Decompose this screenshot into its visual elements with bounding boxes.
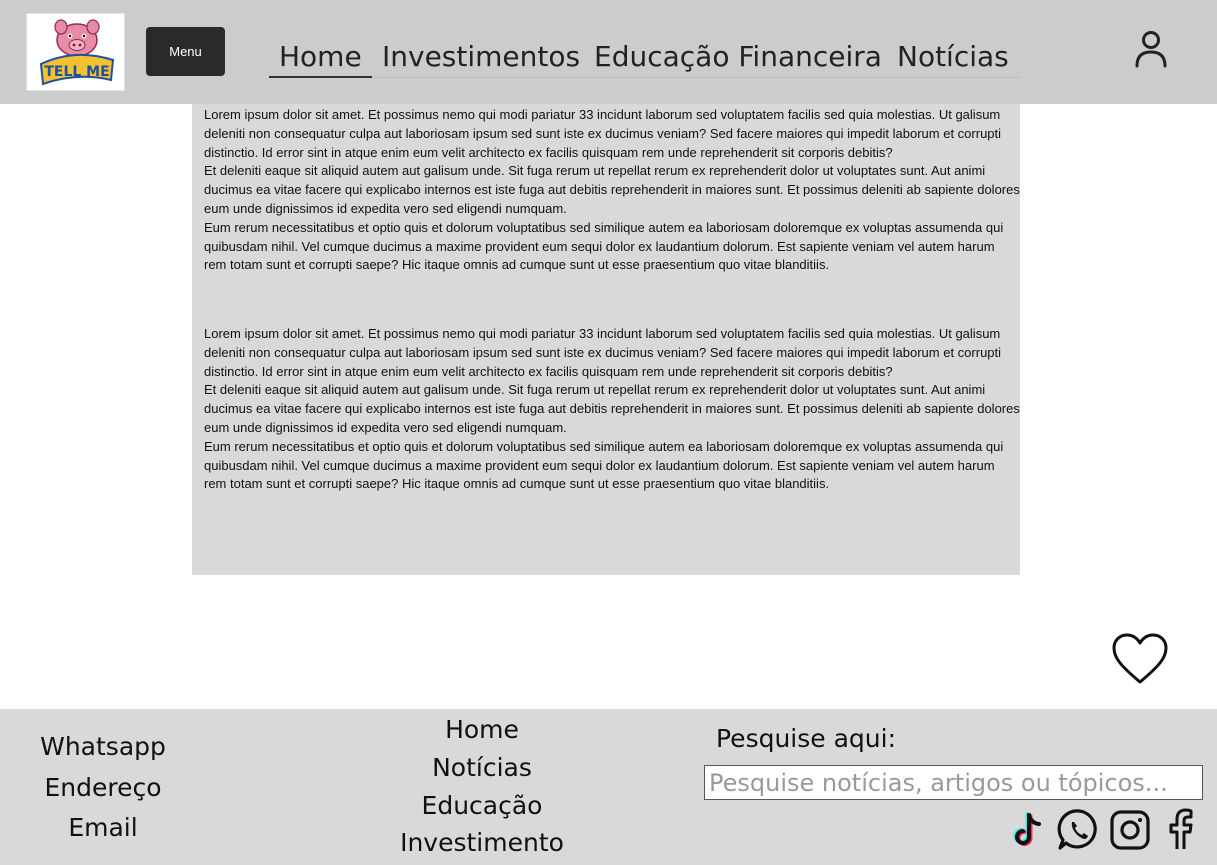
footer-contact-endereco[interactable]: Endereço (0, 773, 206, 802)
article-body: Lorem ipsum dolor sit amet. Et possimus … (192, 104, 1020, 575)
article-paragraph: Et deleniti eaque sit aliquid autem aut … (204, 163, 1020, 216)
article-section: Lorem ipsum dolor sit amet. Et possimus … (204, 106, 1020, 275)
footer-nav-investimento[interactable]: Investimento (372, 828, 592, 857)
footer-contact-whatsapp[interactable]: Whatsapp (0, 732, 206, 761)
user-icon[interactable] (1131, 28, 1171, 70)
nav-item-educacao-financeira[interactable]: Educação Financeira (594, 38, 882, 78)
footer-nav-educacao[interactable]: Educação (372, 791, 592, 820)
footer-contact-email[interactable]: Email (0, 813, 206, 842)
logo[interactable]: TELL ME (26, 13, 125, 91)
facebook-icon[interactable] (1158, 807, 1204, 853)
nav-item-home[interactable]: Home (269, 38, 372, 78)
svg-text:TELL ME: TELL ME (44, 64, 109, 80)
instagram-icon[interactable] (1107, 807, 1153, 853)
nav-item-noticias[interactable]: Notícias (897, 38, 1009, 78)
main-nav: Home Investimentos Educação Financeira N… (269, 38, 1020, 78)
whatsapp-icon[interactable] (1056, 807, 1102, 853)
footer-nav-noticias[interactable]: Notícias (372, 753, 592, 782)
article-paragraph: Lorem ipsum dolor sit amet. Et possimus … (204, 326, 1002, 379)
article-section: Lorem ipsum dolor sit amet. Et possimus … (204, 325, 1020, 494)
footer-nav-home[interactable]: Home (372, 715, 592, 744)
nav-item-investimentos[interactable]: Investimentos (382, 38, 580, 78)
tiktok-icon[interactable] (1008, 807, 1054, 853)
article-paragraph: Eum rerum necessitatibus et optio quis e… (204, 219, 1004, 273)
header: TELL ME Menu Home Investimentos Educação… (0, 0, 1217, 104)
search-label: Pesquise aqui: (716, 724, 897, 753)
pig-logo-icon: TELL ME (39, 19, 115, 86)
menu-button[interactable]: Menu (146, 27, 225, 76)
article-paragraph: Et deleniti eaque sit aliquid autem aut … (204, 382, 1020, 435)
article-paragraph: Lorem ipsum dolor sit amet. Et possimus … (204, 107, 1002, 160)
heart-icon[interactable] (1111, 632, 1169, 686)
article-paragraph: Eum rerum necessitatibus et optio quis e… (204, 438, 1004, 492)
search-input[interactable] (704, 765, 1203, 800)
footer: Whatsapp Endereço Email Home Notícias Ed… (0, 709, 1217, 865)
